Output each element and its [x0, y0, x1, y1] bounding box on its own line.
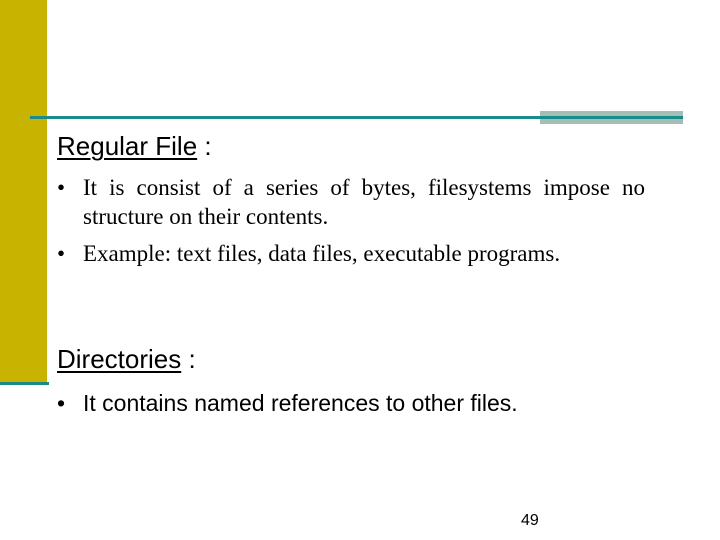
list-item-text: It is consist of a series of bytes, file…	[83, 175, 645, 229]
list-item: • It contains named references to other …	[57, 390, 677, 417]
heading-colon: :	[181, 344, 196, 374]
bullet-icon: •	[57, 175, 66, 200]
heading-text: Regular File	[57, 131, 198, 161]
regular-file-bullet-list: • It is consist of a series of bytes, fi…	[57, 173, 645, 276]
section-heading-directories: Directories :	[57, 344, 196, 375]
heading-colon: :	[197, 131, 212, 161]
directories-bullet-list: • It contains named references to other …	[57, 390, 677, 417]
page-number: 49	[521, 512, 539, 529]
left-accent-bar	[0, 0, 47, 383]
section-heading-regular-file: Regular File :	[57, 131, 212, 162]
heading-text: Directories	[57, 344, 182, 374]
bullet-icon: •	[57, 241, 66, 266]
bullet-icon: •	[57, 390, 66, 416]
left-accent-underline	[0, 382, 49, 385]
title-divider-line	[30, 116, 683, 119]
list-item: • It is consist of a series of bytes, fi…	[57, 173, 645, 231]
list-item-text: It contains named references to other fi…	[83, 390, 518, 416]
list-item: • Example: text files, data files, execu…	[57, 239, 645, 268]
list-item-text: Example: text files, data files, executa…	[83, 241, 561, 266]
